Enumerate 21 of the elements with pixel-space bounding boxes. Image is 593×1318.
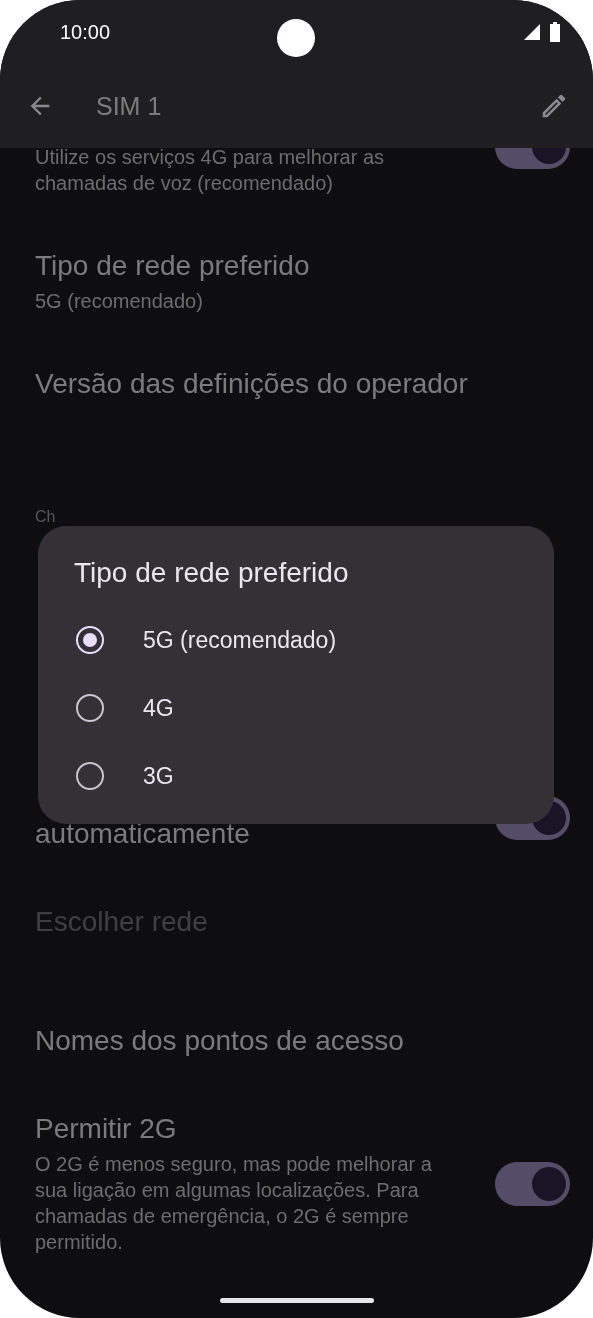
setting-title[interactable]: Tipo de rede preferido	[35, 249, 310, 283]
option-label[interactable]: 4G	[143, 694, 174, 722]
dialog-title: Tipo de rede preferido	[74, 556, 350, 590]
signal-icon	[523, 23, 541, 41]
radio-button[interactable]	[76, 694, 104, 722]
toggle-switch[interactable]	[495, 1161, 570, 1206]
section-header: Ch	[35, 507, 56, 527]
camera-cutout	[277, 19, 315, 57]
option-label[interactable]: 3G	[143, 762, 174, 790]
screen-title: SIM 1	[96, 91, 163, 121]
setting-summary: O 2G é menos seguro, mas pode melhorar a sua ligação em algumas localizações. Para chamadas de emergência, o 2G é sempre permitido.	[35, 1152, 433, 1255]
setting-summary: Utilize os serviços 4G para melhorar as chamadas de voz (recomendado)	[35, 145, 385, 196]
setting-title[interactable]: Nomes dos pontos de acesso	[35, 1024, 404, 1058]
setting-title[interactable]: Permitir 2G	[35, 1112, 177, 1146]
battery-icon	[549, 22, 561, 42]
setting-summary: 5G (recomendado)	[35, 289, 203, 314]
status-time: 10:00	[60, 20, 111, 44]
setting-title[interactable]: Versão das definições do operador	[35, 367, 468, 401]
radio-button[interactable]	[76, 762, 104, 790]
option-label[interactable]: 5G (recomendado)	[143, 626, 337, 654]
radio-button[interactable]	[76, 626, 104, 654]
